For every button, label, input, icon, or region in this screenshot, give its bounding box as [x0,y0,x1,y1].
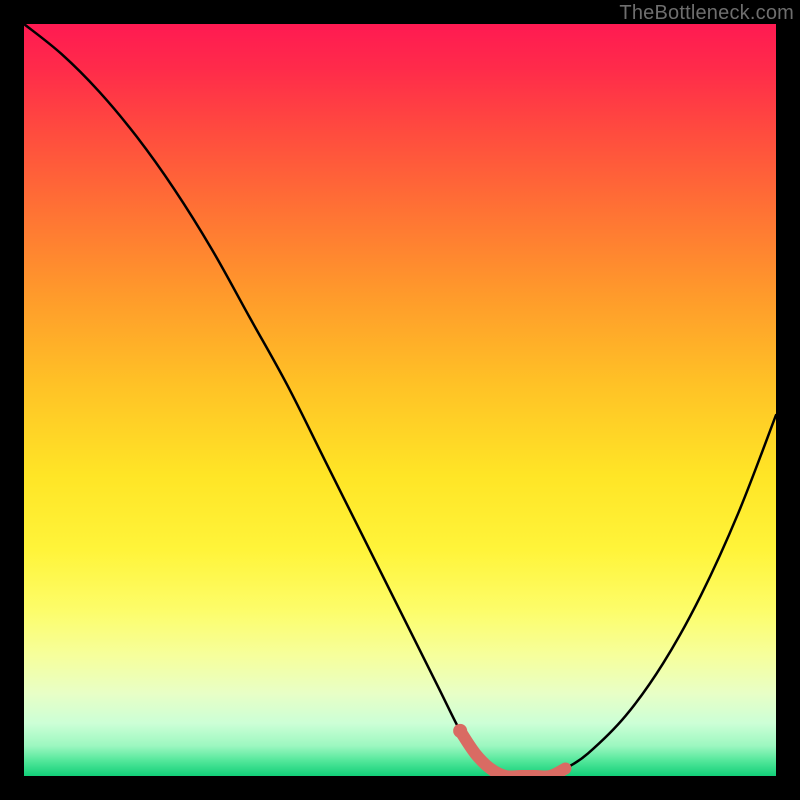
chart-frame: TheBottleneck.com [0,0,800,800]
highlight-start-marker [453,724,467,738]
watermark-text: TheBottleneck.com [619,2,794,25]
chart-plot-area [24,24,776,776]
bottleneck-curve [24,24,776,776]
optimal-range-highlight [460,731,565,776]
chart-svg [24,24,776,776]
